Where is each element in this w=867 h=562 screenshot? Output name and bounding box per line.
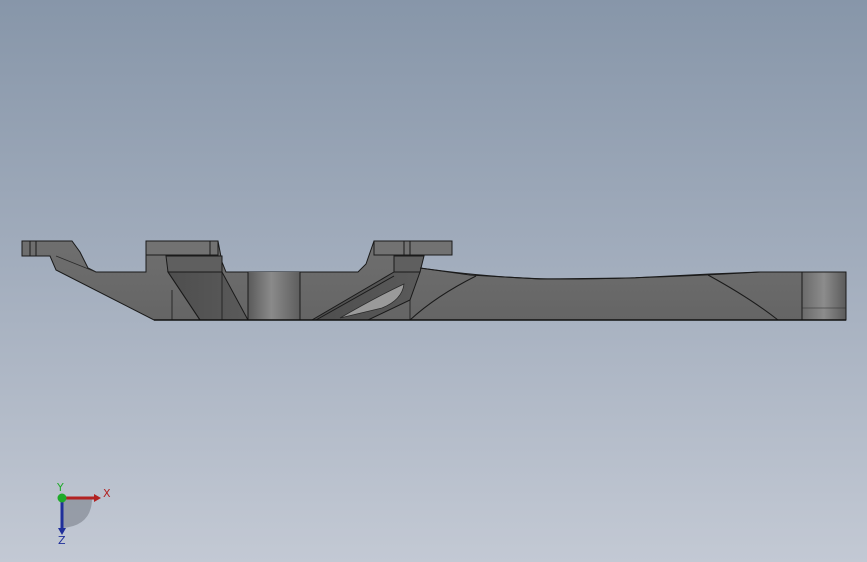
triad-shadow	[62, 498, 92, 528]
z-axis-label: Z	[58, 534, 66, 547]
coordinate-triad: X Y Z	[56, 482, 111, 547]
part-model-side-view[interactable]	[0, 0, 867, 562]
boss-1-slot-inner	[165, 255, 223, 273]
boss-2-riser	[393, 255, 425, 273]
y-axis-label: Y	[56, 482, 64, 494]
cylindrical-face[interactable]	[248, 272, 300, 320]
end-cylindrical-face[interactable]	[801, 271, 847, 321]
boss-2-top	[373, 240, 453, 256]
x-axis-label: X	[103, 487, 111, 500]
y-axis-dot	[57, 493, 67, 503]
graphics-viewport[interactable]: X Y Z	[0, 0, 867, 562]
x-arrow-head	[94, 494, 101, 502]
boss-1-top	[145, 240, 219, 256]
